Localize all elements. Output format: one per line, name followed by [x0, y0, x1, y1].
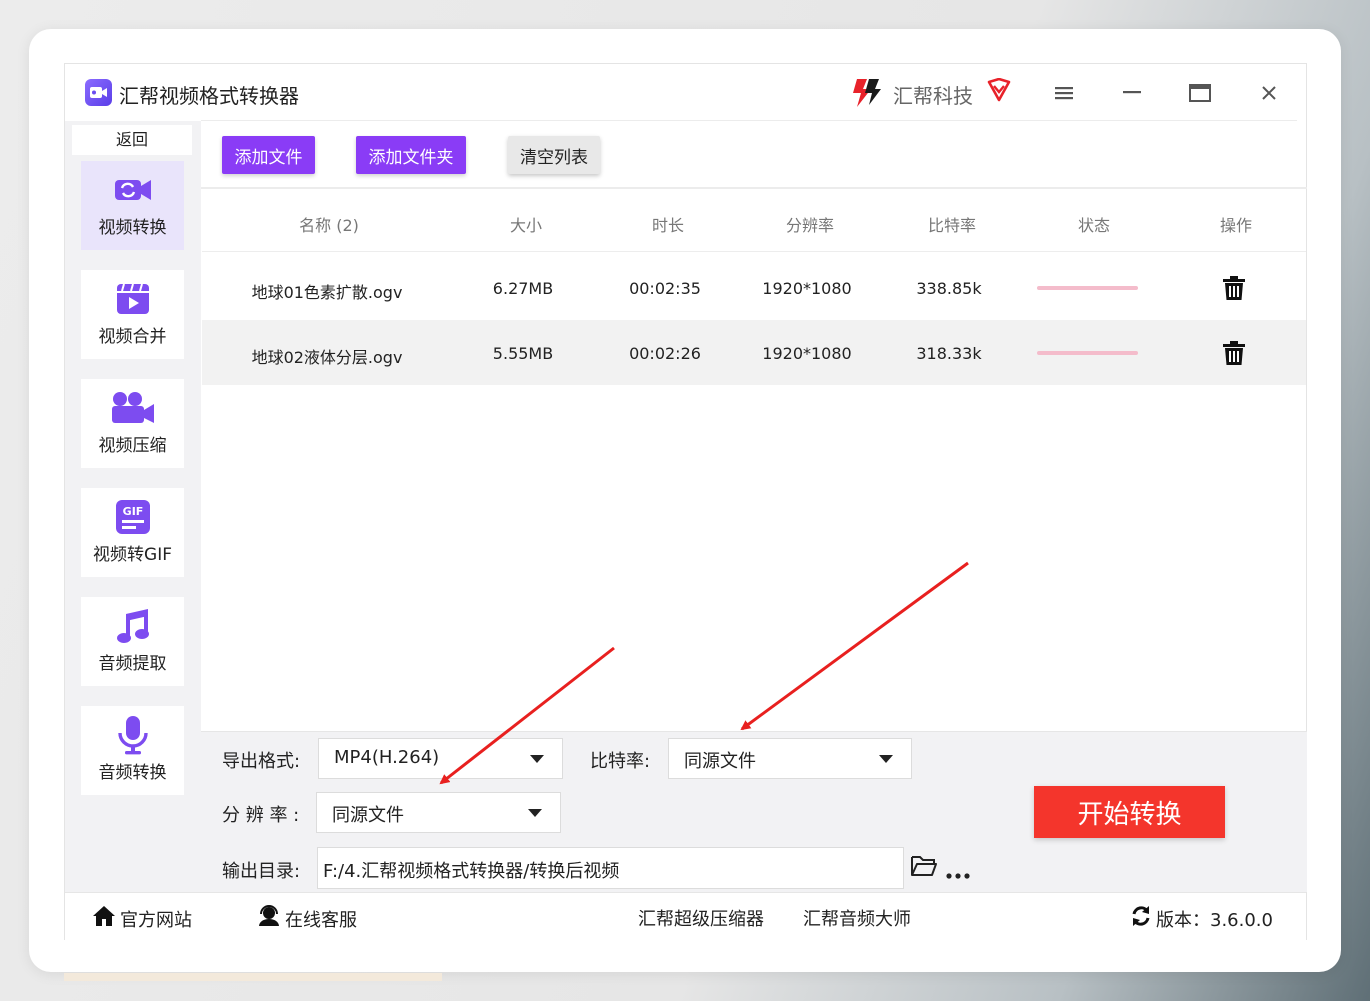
start-convert-button[interactable]: 开始转换	[1034, 786, 1225, 838]
header-duration[interactable]: 时长	[652, 212, 684, 236]
minimize-icon[interactable]	[1117, 78, 1147, 108]
format-select[interactable]: MP4(H.264)	[318, 738, 563, 779]
file-size: 5.55MB	[492, 344, 554, 363]
table-header: 名称 (2) 大小 时长 分辨率 比特率 状态 操作	[202, 190, 1306, 252]
status-progress-bar	[1037, 286, 1138, 290]
file-duration: 00:02:35	[629, 279, 701, 298]
header-name[interactable]: 名称 (2)	[299, 212, 359, 236]
bitrate-value: 同源文件	[684, 751, 756, 772]
bitrate-label: 比特率:	[590, 751, 651, 772]
app-title: 汇帮视频格式转换器	[119, 84, 299, 108]
audio-master-link[interactable]: 汇帮音频大师	[803, 905, 911, 931]
microphone-icon	[81, 716, 184, 755]
file-size: 6.27MB	[492, 279, 554, 298]
sidebar-item-label: 视频合并	[98, 327, 167, 347]
vip-diamond-icon[interactable]	[986, 77, 1012, 106]
file-duration: 00:02:26	[629, 344, 701, 363]
sidebar-item-audio-extract[interactable]: 音频提取	[81, 597, 184, 686]
support-agent-icon	[257, 905, 281, 932]
app-logo-icon	[85, 79, 112, 106]
brand-logo-icon	[849, 75, 885, 113]
clear-list-button[interactable]: 清空列表	[508, 136, 600, 174]
sidebar-item-label: 视频转换	[98, 218, 167, 238]
file-name: 地球01色素扩散.ogv	[251, 283, 403, 302]
back-button[interactable]: 返回	[72, 125, 192, 155]
resolution-value: 同源文件	[332, 805, 404, 826]
file-resolution: 1920*1080	[762, 279, 852, 298]
video-convert-icon	[81, 171, 184, 209]
close-icon[interactable]	[1254, 78, 1284, 108]
sidebar: 返回 视频转换 视频合并 视频压缩 GIF 视频转GIF 音频提取 音频转换	[65, 121, 201, 892]
app-window: 汇帮视频格式转换器 汇帮科技 返回 视频转换 视频合并 视频压缩 GIF 视频转…	[64, 63, 1307, 940]
resolution-label: 分 辨 率 :	[222, 805, 300, 826]
file-resolution: 1920*1080	[762, 344, 852, 363]
online-support-label: 在线客服	[285, 909, 357, 931]
version-info[interactable]: 版本：3.6.0.0	[1130, 905, 1273, 932]
header-size[interactable]: 大小	[510, 212, 542, 236]
chevron-down-icon	[528, 809, 542, 817]
maximize-icon[interactable]	[1185, 78, 1215, 108]
footer: 官方网站 在线客服 汇帮超级压缩器 汇帮音频大师 版本：3.6.0.0	[65, 892, 1306, 940]
title-separator	[201, 120, 1297, 121]
sidebar-item-video-merge[interactable]: 视频合并	[81, 270, 184, 359]
video-merge-icon	[81, 280, 184, 318]
resolution-select[interactable]: 同源文件	[316, 792, 561, 833]
file-bitrate: 338.85k	[916, 279, 982, 298]
sidebar-item-video-convert[interactable]: 视频转换	[81, 161, 184, 250]
format-value: MP4(H.264)	[334, 747, 440, 768]
table-row[interactable]: 地球01色素扩散.ogv 6.27MB 00:02:35 1920*1080 3…	[202, 255, 1306, 320]
header-bitrate[interactable]: 比特率	[928, 212, 976, 236]
brand-name: 汇帮科技	[893, 84, 973, 108]
sidebar-item-video-compress[interactable]: 视频压缩	[81, 379, 184, 468]
title-bar: 汇帮视频格式转换器 汇帮科技	[65, 64, 1306, 121]
sidebar-item-video-to-gif[interactable]: GIF 视频转GIF	[81, 488, 184, 577]
table-row[interactable]: 地球02液体分层.ogv 5.55MB 00:02:26 1920*1080 3…	[202, 320, 1306, 385]
delete-trash-icon[interactable]	[1223, 276, 1245, 305]
sidebar-item-audio-convert[interactable]: 音频转换	[81, 706, 184, 795]
version-label: 版本：3.6.0.0	[1156, 909, 1273, 931]
refresh-icon	[1130, 905, 1152, 932]
header-resolution[interactable]: 分辨率	[786, 212, 834, 236]
super-compressor-link[interactable]: 汇帮超级压缩器	[638, 905, 764, 931]
official-website-label: 官方网站	[120, 909, 192, 931]
file-name: 地球02液体分层.ogv	[251, 348, 403, 367]
status-progress-bar	[1037, 351, 1138, 355]
sidebar-item-label: 音频转换	[98, 763, 167, 783]
more-options-icon[interactable]	[946, 864, 970, 883]
music-note-icon	[81, 607, 184, 645]
output-label: 输出目录:	[222, 861, 301, 882]
svg-text:GIF: GIF	[122, 505, 143, 518]
add-folder-button[interactable]: 添加文件夹	[356, 136, 466, 174]
file-bitrate: 318.33k	[916, 344, 982, 363]
background-strip	[64, 973, 442, 981]
video-compress-icon	[81, 389, 184, 427]
online-support-link[interactable]: 在线客服	[257, 905, 357, 932]
home-icon	[92, 905, 116, 932]
official-website-link[interactable]: 官方网站	[92, 905, 192, 932]
header-action[interactable]: 操作	[1220, 212, 1252, 236]
delete-trash-icon[interactable]	[1223, 341, 1245, 370]
sidebar-item-label: 视频转GIF	[93, 545, 172, 565]
format-label: 导出格式:	[222, 751, 301, 772]
gif-icon: GIF	[81, 498, 184, 536]
folder-open-icon[interactable]	[910, 854, 938, 882]
sidebar-item-label: 视频压缩	[98, 436, 167, 456]
header-status[interactable]: 状态	[1078, 212, 1110, 236]
output-path-input[interactable]: F:/4.汇帮视频格式转换器/转换后视频	[317, 847, 904, 889]
chevron-down-icon	[879, 755, 893, 763]
menu-icon[interactable]	[1049, 78, 1079, 108]
sidebar-item-label: 音频提取	[98, 654, 167, 674]
bitrate-select[interactable]: 同源文件	[668, 738, 912, 779]
add-file-button[interactable]: 添加文件	[222, 136, 315, 174]
toolbar-separator	[201, 187, 1307, 189]
chevron-down-icon	[530, 755, 544, 763]
